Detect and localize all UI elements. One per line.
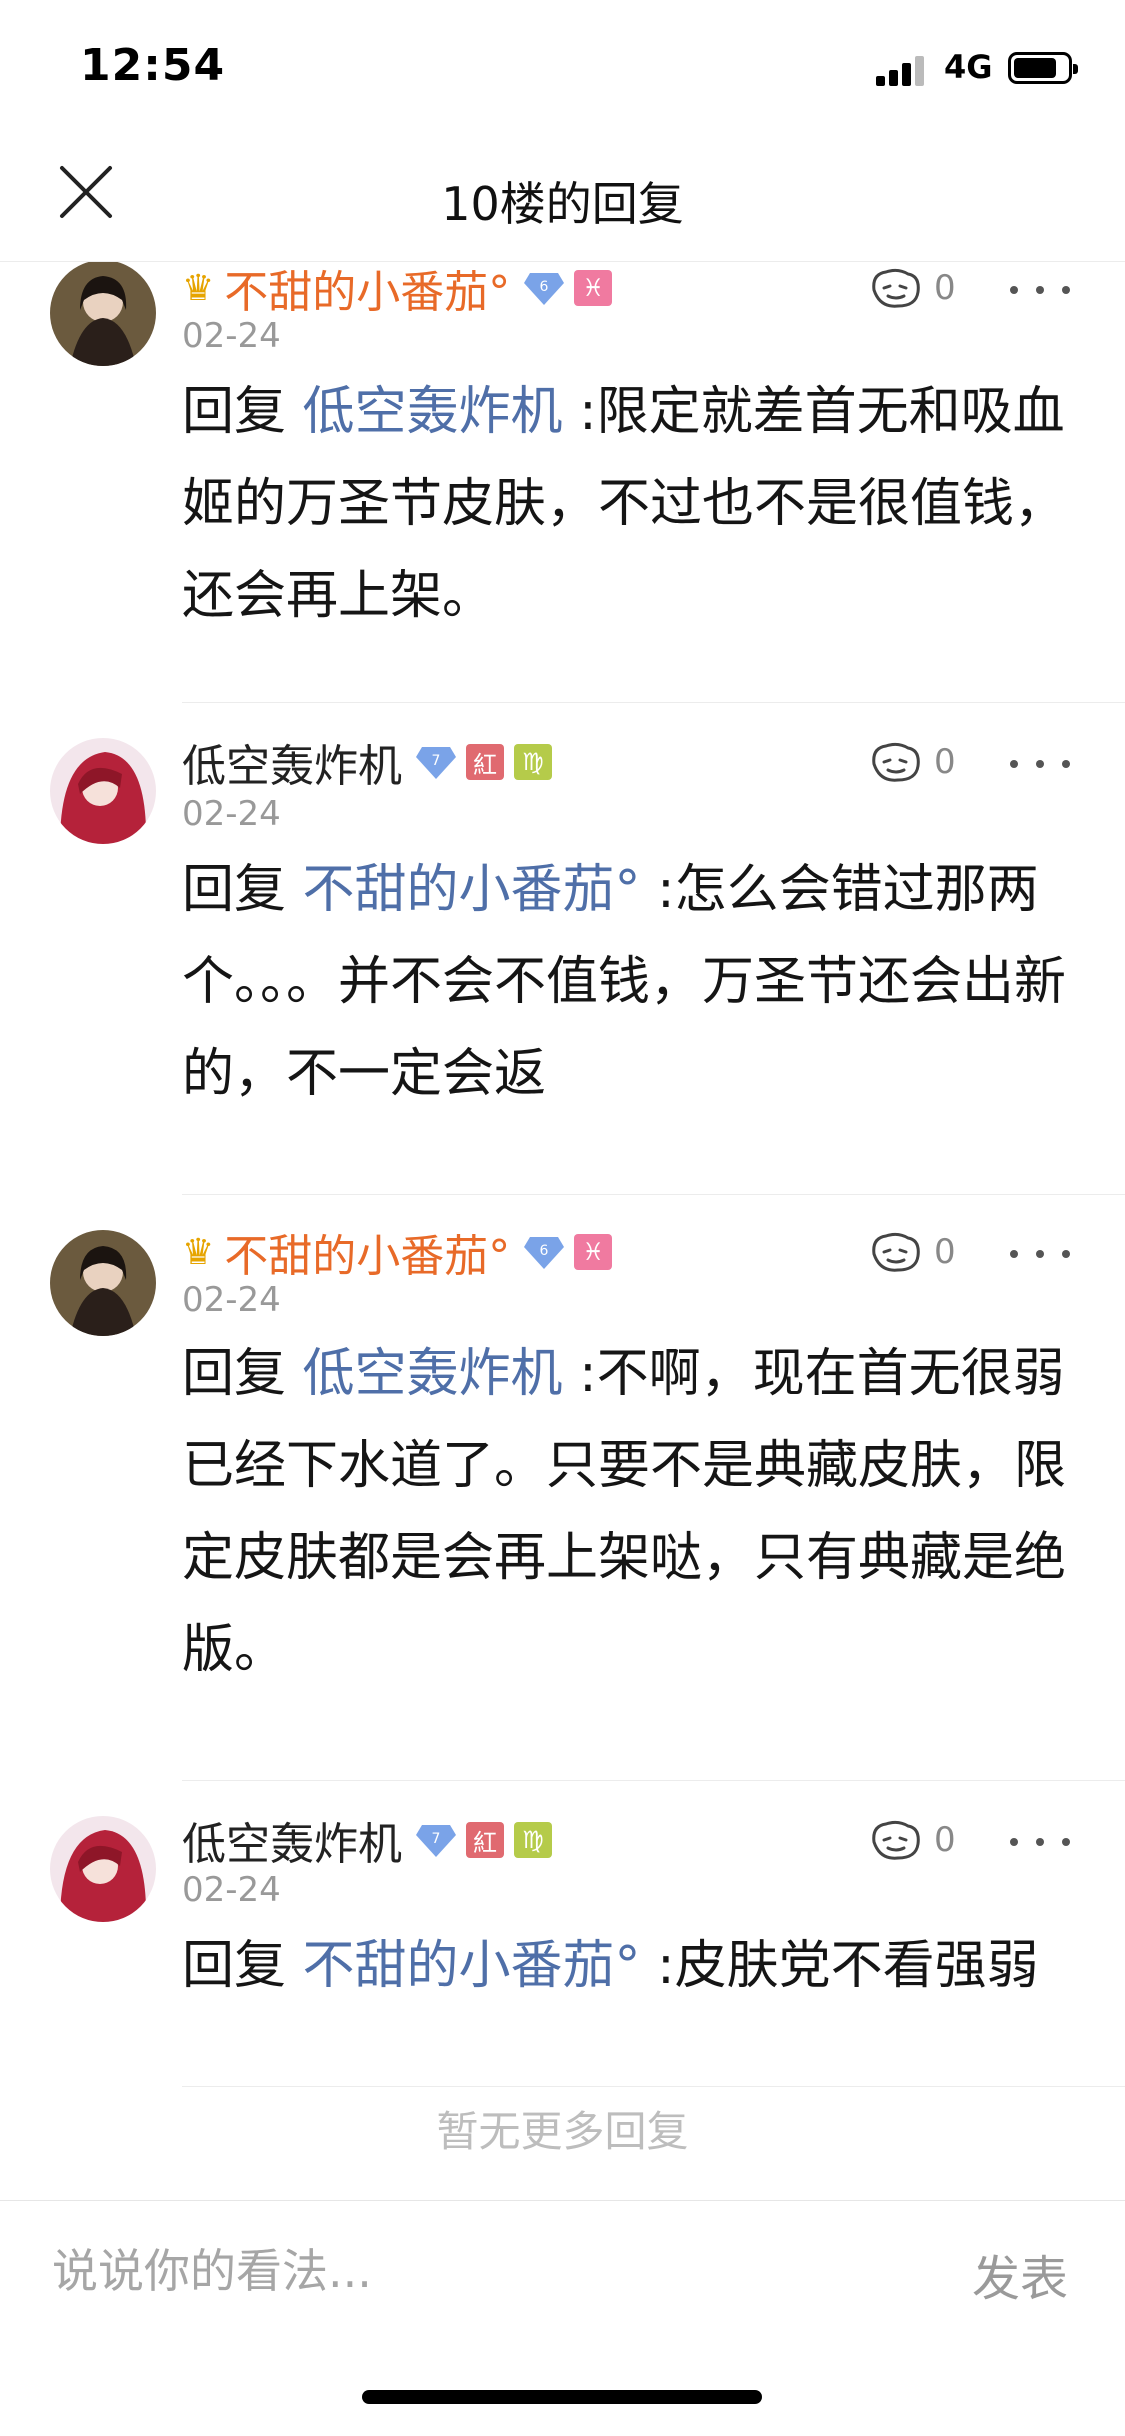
no-more-replies-text: 暂无更多回复 — [436, 2107, 689, 2156]
like-icon — [872, 268, 920, 308]
like-icon — [872, 1232, 920, 1272]
zodiac-badge: ♓ — [574, 270, 613, 306]
username[interactable]: 低空轰炸机 — [182, 1808, 402, 1872]
send-button[interactable]: 发表 — [972, 2239, 1068, 2309]
like-button[interactable]: 0 — [868, 262, 956, 316]
name-row: ♛ 不甜的小番茄° 6 ♓ — [182, 262, 613, 318]
zodiac-badge: ♍ — [514, 744, 552, 780]
reply-content: 回复 低空轰炸机 :不啊，现在首无很弱已经下水道了。只要不是典藏皮肤，限定皮肤都… — [182, 1344, 1067, 1680]
status-time: 12:54 — [80, 40, 226, 91]
mention-link[interactable]: 不甜的小番茄° — [303, 1936, 641, 1996]
home-indicator[interactable] — [362, 2390, 762, 2404]
level-badge: 6 — [524, 271, 565, 305]
like-button[interactable]: 0 — [868, 1812, 956, 1868]
avatar[interactable] — [50, 262, 156, 366]
zodiac-badge: ♍ — [514, 1822, 552, 1858]
svg-text:6: 6 — [540, 1243, 549, 1259]
svg-text:7: 7 — [432, 753, 441, 769]
comment-input[interactable] — [52, 2231, 872, 2311]
network-label: 4G — [944, 48, 993, 86]
level-badge: 6 — [524, 1235, 565, 1269]
reply-date: 02-24 — [182, 794, 281, 834]
username[interactable]: 低空轰炸机 — [182, 730, 402, 794]
more-options-button[interactable] — [1010, 270, 1070, 310]
mention-link[interactable]: 低空轰炸机 — [303, 1344, 563, 1404]
reply-content: 回复 不甜的小番茄° :皮肤党不看强弱 — [182, 1936, 1039, 1996]
svg-text:7: 7 — [432, 1831, 441, 1847]
like-button[interactable]: 0 — [868, 1224, 956, 1280]
status-bar: 12:54 4G — [0, 0, 1125, 132]
more-options-button[interactable] — [1010, 1822, 1070, 1862]
username[interactable]: 不甜的小番茄° — [224, 1220, 510, 1284]
like-count: 0 — [934, 742, 956, 782]
name-row: 低空轰炸机 7 紅 ♍ — [182, 734, 552, 792]
level-badge: 7 — [416, 1823, 456, 1857]
reply-date: 02-24 — [182, 316, 281, 356]
signal-icon — [876, 54, 928, 86]
reply-content: 回复 不甜的小番茄° :怎么会错过那两个。。。并不会不值钱，万圣节还会出新的，不… — [182, 860, 1067, 1104]
like-button[interactable]: 0 — [868, 734, 956, 790]
mention-link[interactable]: 不甜的小番茄° — [303, 860, 641, 920]
svg-text:6: 6 — [540, 279, 549, 295]
comment-bar: 发表 — [0, 2200, 1125, 2340]
mention-link[interactable]: 低空轰炸机 — [303, 382, 563, 442]
header: 10楼的回复 — [0, 132, 1125, 262]
like-icon — [872, 1820, 920, 1860]
name-row: 低空轰炸机 7 紅 ♍ — [182, 1812, 552, 1870]
more-options-button[interactable] — [1010, 744, 1070, 784]
name-row: ♛ 不甜的小番茄° 6 ♓ — [182, 1224, 613, 1282]
reply-date: 02-24 — [182, 1280, 281, 1320]
level-badge: 7 — [416, 745, 456, 779]
reply-list[interactable]: ♛ 不甜的小番茄° 6 ♓ 02-24 0 回复 低空轰炸机 :限定就差首无和吸… — [0, 262, 1125, 2112]
reply-date: 02-24 — [182, 1870, 281, 1910]
zodiac-badge: ♓ — [574, 1234, 613, 1270]
page-title: 10楼的回复 — [441, 177, 684, 231]
like-count: 0 — [934, 1232, 956, 1272]
username[interactable]: 不甜的小番茄° — [224, 262, 510, 320]
reply-content: 回复 低空轰炸机 :限定就差首无和吸血姬的万圣节皮肤，不过也不是很值钱，还会再上… — [182, 382, 1067, 626]
like-count: 0 — [934, 1820, 956, 1860]
vip-crown-icon: ♛ — [182, 1231, 215, 1273]
like-icon — [872, 742, 920, 782]
reply-item: ♛ 不甜的小番茄° 6 ♓ 02-24 0 回复 低空轰炸机 :不啊，现在首无很… — [0, 1194, 1125, 1784]
vip-crown-icon: ♛ — [182, 267, 215, 309]
more-options-button[interactable] — [1010, 1234, 1070, 1274]
avatar[interactable] — [50, 1230, 156, 1336]
divider — [182, 2086, 1125, 2087]
reply-item: 低空轰炸机 7 紅 ♍ 02-24 0 回复 不甜的小番茄° :皮肤党不看强弱 — [0, 1780, 1125, 2110]
battery-icon — [1008, 52, 1078, 84]
like-count: 0 — [934, 268, 956, 308]
red-name-badge: 紅 — [466, 1822, 504, 1858]
avatar[interactable] — [50, 1816, 156, 1922]
avatar[interactable] — [50, 738, 156, 844]
red-name-badge: 紅 — [466, 744, 504, 780]
reply-item: 低空轰炸机 7 紅 ♍ 02-24 0 回复 不甜的小番茄° :怎么会错过那两个… — [0, 702, 1125, 1202]
